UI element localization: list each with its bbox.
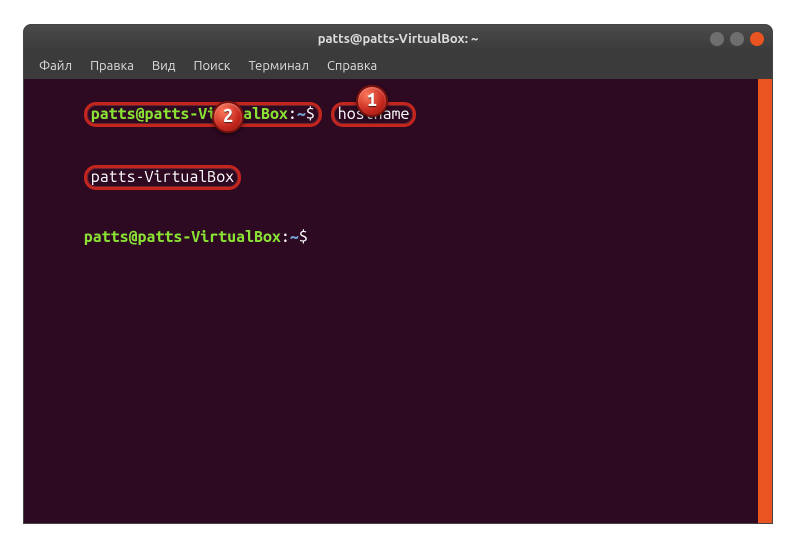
callout-number: 1 xyxy=(367,91,377,110)
minimize-icon[interactable] xyxy=(710,32,724,46)
prompt-path: ~ xyxy=(297,105,306,123)
callout-number: 2 xyxy=(223,107,233,126)
terminal-line: patts@patts-VirtualBox:~$ hostname xyxy=(30,83,752,146)
menu-edit[interactable]: Правка xyxy=(81,55,143,77)
prompt-symbol: $ xyxy=(306,105,315,123)
close-icon[interactable] xyxy=(750,32,764,46)
terminal-line: patts-VirtualBox xyxy=(30,146,752,209)
output-text: patts-VirtualBox xyxy=(91,168,234,186)
prompt-user-host: patts@patts-VirtualBox xyxy=(91,105,288,123)
terminal-window: patts@patts-VirtualBox: ~ Файл Правка Ви… xyxy=(23,24,773,524)
window-title: patts@patts-VirtualBox: ~ xyxy=(318,32,479,46)
prompt-user-host: patts@patts-VirtualBox xyxy=(84,228,281,246)
menu-terminal[interactable]: Терминал xyxy=(239,55,317,77)
terminal-line: patts@patts-VirtualBox:~$ xyxy=(30,209,752,266)
prompt-symbol: $ xyxy=(299,228,308,246)
menu-file[interactable]: Файл xyxy=(30,55,81,77)
menu-view[interactable]: Вид xyxy=(143,55,185,77)
prompt-path: ~ xyxy=(290,228,299,246)
terminal-body[interactable]: patts@patts-VirtualBox:~$ hostname patts… xyxy=(24,79,772,523)
prompt-sep: : xyxy=(281,228,290,246)
maximize-icon[interactable] xyxy=(730,32,744,46)
window-controls xyxy=(710,32,764,46)
annotation-callout-1: 1 xyxy=(356,85,388,117)
annotation-highlight: patts@patts-VirtualBox:~$ xyxy=(84,102,322,127)
menu-help[interactable]: Справка xyxy=(318,55,386,77)
menubar: Файл Правка Вид Поиск Терминал Справка xyxy=(24,53,772,79)
prompt-sep: : xyxy=(288,105,297,123)
titlebar[interactable]: patts@patts-VirtualBox: ~ xyxy=(24,25,772,53)
annotation-callout-2: 2 xyxy=(212,101,244,133)
menu-search[interactable]: Поиск xyxy=(184,55,239,77)
annotation-highlight: patts-VirtualBox xyxy=(84,165,241,190)
